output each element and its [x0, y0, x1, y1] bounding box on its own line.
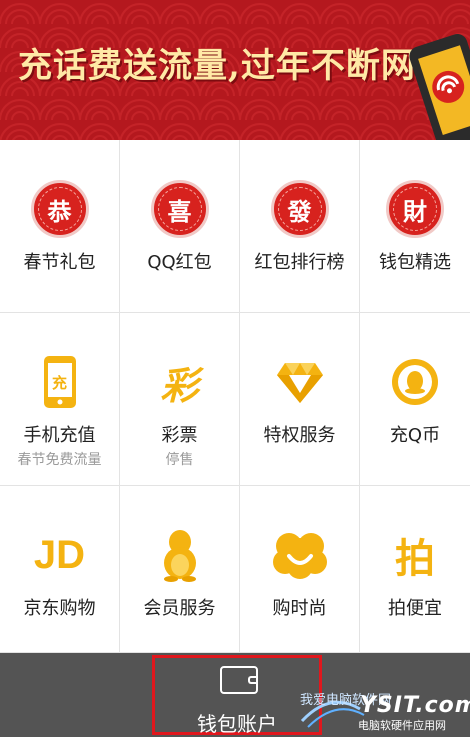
grid-item-label: 拍便宜	[388, 598, 442, 619]
grid-item-label: 春节礼包	[23, 252, 96, 273]
grid-item-label: 购时尚	[272, 598, 327, 619]
grid-item-phone-topup[interactable]: 充 手机充值 春节免费流量	[0, 313, 120, 486]
grid-item-sublabel: 停售	[165, 452, 194, 468]
grid-item-label: QQ红包	[147, 252, 212, 273]
watermark-subtitle: 电脑软硬件应用网	[358, 719, 446, 732]
grid-item-privileges[interactable]: 特权服务	[240, 313, 360, 486]
grid-item-label: 特权服务	[263, 425, 336, 446]
diamond-icon	[271, 353, 329, 411]
grid-item-sublabel: 春节免费流量	[17, 452, 102, 468]
smile-flower-icon	[271, 526, 329, 584]
penguin-icon	[151, 526, 209, 584]
pai-icon: 拍	[395, 536, 435, 582]
phone-topup-icon: 充	[31, 353, 89, 411]
banner-title: 充话费送流量,过年不断网	[18, 46, 416, 86]
grid-item-member[interactable]: 会员服务	[120, 486, 240, 653]
fa-red-circle-icon: 發	[270, 180, 329, 238]
grid-item-auction[interactable]: 拍 拍便宜	[360, 486, 470, 653]
wallet-icon	[220, 666, 258, 694]
wallet-account-button[interactable]: 钱包账户	[152, 655, 322, 736]
q-coin-icon	[386, 353, 444, 411]
grid-item-label: 会员服务	[143, 598, 216, 619]
grid-item-label: 京东购物	[23, 598, 96, 619]
grid-item-label: 手机充值	[23, 425, 96, 446]
grid-item-lottery[interactable]: 彩 彩票 停售	[120, 313, 240, 486]
service-grid: 恭 春节礼包 喜 QQ红包 發 红包排行榜 財 钱包精选 充 手机充值 春节免费…	[0, 140, 470, 653]
lottery-icon: 彩	[160, 363, 199, 408]
grid-item-fashion[interactable]: 购时尚	[240, 486, 360, 653]
grid-item-jd-shopping[interactable]: JD 京东购物	[0, 486, 120, 653]
grid-item-label: 红包排行榜	[254, 252, 345, 273]
bottom-bar: 钱包账户 我爱电脑软件网 YSIT.com 电脑软硬件应用网	[0, 653, 470, 737]
cai-red-circle-icon: 財	[386, 180, 444, 238]
wallet-account-label: 钱包账户	[197, 712, 277, 736]
gong-red-circle-icon: 恭	[30, 180, 89, 238]
xi-red-circle-icon: 喜	[150, 180, 209, 238]
grid-item-redpacket-ranking[interactable]: 發 红包排行榜	[240, 140, 360, 313]
grid-item-qq-redpacket[interactable]: 喜 QQ红包	[120, 140, 240, 313]
promo-banner[interactable]: 充话费送流量,过年不断网	[0, 0, 470, 140]
watermark-site: YSIT.com	[360, 693, 470, 718]
grid-item-wallet-picks[interactable]: 財 钱包精选	[360, 140, 470, 313]
grid-item-label: 钱包精选	[379, 252, 451, 273]
grid-item-label: 充Q币	[389, 425, 441, 446]
grid-item-spring-gift[interactable]: 恭 春节礼包	[0, 140, 120, 313]
grid-item-q-coin[interactable]: 充Q币	[360, 313, 470, 486]
jd-icon: JD	[33, 532, 86, 577]
grid-item-label: 彩票	[161, 425, 198, 446]
